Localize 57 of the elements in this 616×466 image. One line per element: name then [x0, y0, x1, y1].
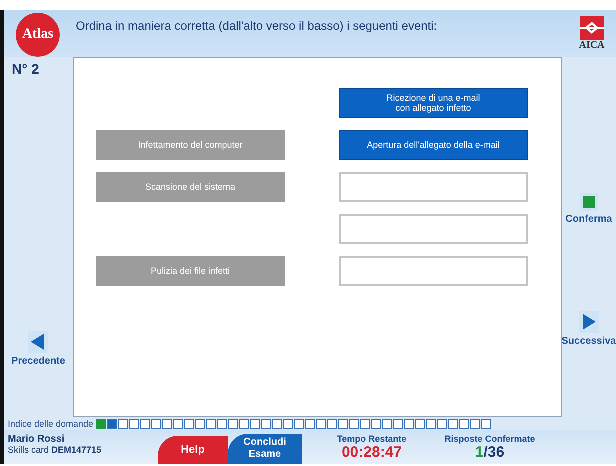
- question-number: N° 2: [12, 61, 40, 77]
- question-index-square[interactable]: [392, 418, 403, 428]
- question-index-square[interactable]: [480, 418, 491, 428]
- confirmed-count: 1: [475, 444, 484, 461]
- confirm-button[interactable]: Conferma: [566, 193, 612, 225]
- confirmed-answers-label: Risposte Confermate: [444, 434, 536, 444]
- question-index-square[interactable]: [162, 418, 172, 428]
- skills-card-number: Skills card DEM147715: [8, 445, 103, 455]
- question-index-square[interactable]: [404, 418, 414, 428]
- user-name: Mario Rossi: [8, 434, 66, 445]
- question-index-square[interactable]: [260, 418, 271, 428]
- question-index-square[interactable]: [172, 418, 183, 428]
- placed-event-card[interactable]: Apertura dell'allegato della e-mail: [339, 130, 528, 160]
- question-text: Ordina in maniera corretta (dall'alto verso il basso) i seguenti eventi:: [76, 19, 438, 33]
- help-button[interactable]: Help: [158, 436, 228, 464]
- placed-event-card[interactable]: Ricezione di una e-mail con allegato infetto: [339, 88, 528, 118]
- question-index-label: Indice delle domande: [8, 418, 94, 428]
- question-index-square[interactable]: [448, 418, 458, 428]
- question-index-square[interactable]: [206, 418, 216, 428]
- question-index-square[interactable]: [426, 418, 436, 428]
- question-index-square[interactable]: [360, 418, 370, 428]
- question-index-square[interactable]: [150, 418, 161, 428]
- question-index-square[interactable]: [470, 418, 480, 428]
- question-index-square[interactable]: [316, 418, 326, 428]
- previous-button[interactable]: Precedente: [12, 331, 66, 367]
- question-index-square[interactable]: [106, 418, 117, 428]
- question-index-square[interactable]: [184, 418, 194, 428]
- time-remaining-label: Tempo Restante: [337, 434, 407, 444]
- total-count: /36: [484, 444, 505, 461]
- question-index-square[interactable]: [436, 418, 447, 428]
- question-index-square[interactable]: [294, 418, 304, 428]
- question-index-square[interactable]: [326, 418, 337, 428]
- question-index-square[interactable]: [370, 418, 381, 428]
- next-button[interactable]: Successiva: [562, 311, 616, 347]
- question-index-square[interactable]: [348, 418, 359, 428]
- time-remaining: 00:28:47: [342, 444, 402, 461]
- square-icon: [580, 193, 598, 211]
- question-index-square[interactable]: [118, 418, 128, 428]
- finish-exam-button[interactable]: Concludi Esame: [228, 434, 302, 464]
- question-index-square[interactable]: [272, 418, 282, 428]
- question-index-square[interactable]: [228, 418, 238, 428]
- question-index-square[interactable]: [414, 418, 425, 428]
- question-index-square[interactable]: [216, 418, 227, 428]
- question-index-square[interactable]: [96, 418, 106, 428]
- question-index-square[interactable]: [250, 418, 260, 428]
- logo: Atlas: [16, 13, 60, 57]
- question-index-square[interactable]: [282, 418, 293, 428]
- question-index-square[interactable]: [140, 418, 150, 428]
- question-index-square[interactable]: [338, 418, 348, 428]
- question-index-square[interactable]: [194, 418, 205, 428]
- question-index-square[interactable]: [128, 418, 139, 428]
- brand-name: AICA: [579, 40, 605, 51]
- question-index-square[interactable]: [238, 418, 249, 428]
- diamond-logo-icon: [580, 16, 604, 40]
- question-index-square[interactable]: [304, 418, 315, 428]
- question-index-square[interactable]: [382, 418, 392, 428]
- question-index-square[interactable]: [458, 418, 469, 428]
